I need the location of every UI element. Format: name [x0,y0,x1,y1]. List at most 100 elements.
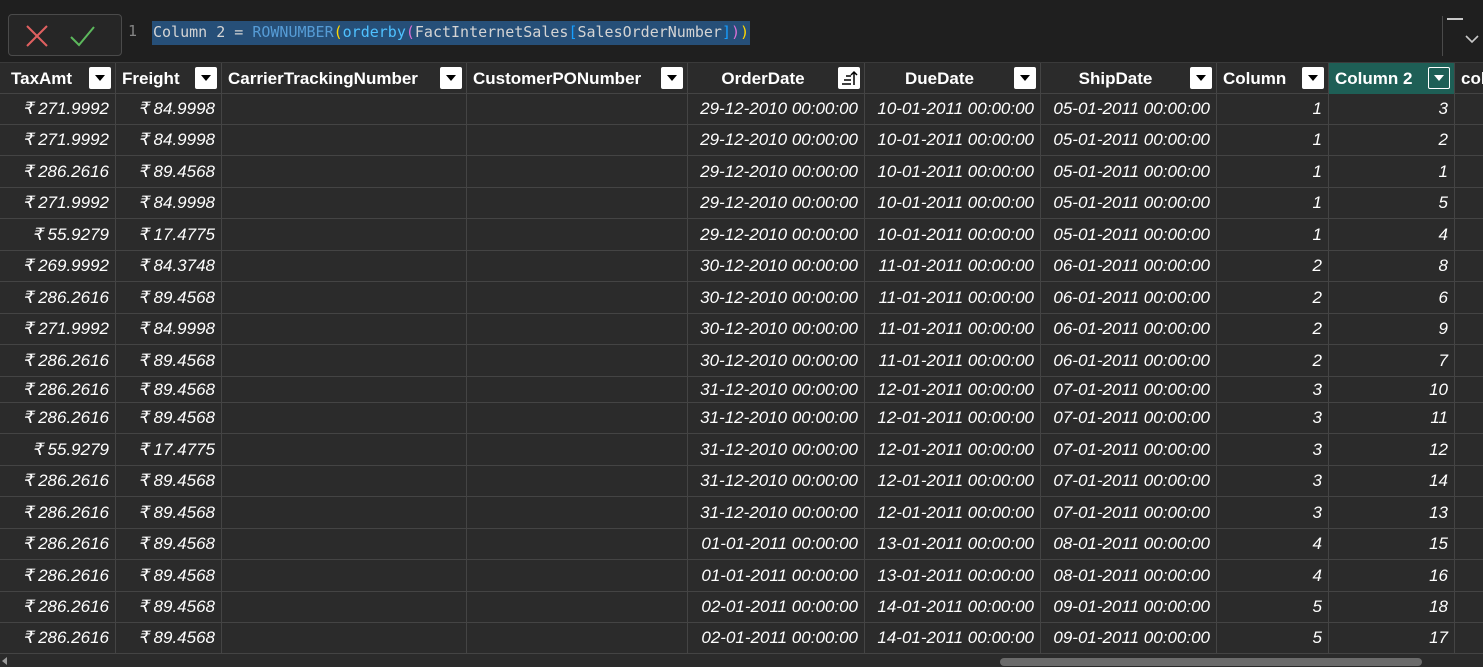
cell-col[interactable] [1455,251,1483,281]
cell-duedate[interactable]: 14-01-2011 00:00:00 [865,592,1041,622]
cell-duedate[interactable]: 11-01-2011 00:00:00 [865,314,1041,344]
cell-column-2[interactable]: 17 [1329,623,1455,653]
cell-freight[interactable]: ₹ 17.4775 [116,434,222,465]
cell-taxamt[interactable]: ₹ 271.9992 [5,314,116,344]
column-header-column-2[interactable]: Column 2 [1329,63,1455,94]
cell-column[interactable]: 3 [1217,466,1329,496]
cell-customerponumber[interactable] [467,560,688,591]
cell-shipdate[interactable]: 05-01-2011 00:00:00 [1041,125,1217,155]
cell-shipdate[interactable]: 06-01-2011 00:00:00 [1041,314,1217,344]
cell-col[interactable] [1455,403,1483,433]
cell-freight[interactable]: ₹ 84.3748 [116,251,222,281]
cell-customerponumber[interactable] [467,377,688,402]
cell-duedate[interactable]: 11-01-2011 00:00:00 [865,251,1041,281]
cell-col[interactable] [1455,345,1483,376]
cell-orderdate[interactable]: 31-12-2010 00:00:00 [688,497,865,528]
cell-shipdate[interactable]: 05-01-2011 00:00:00 [1041,188,1217,218]
cell-shipdate[interactable]: 08-01-2011 00:00:00 [1041,529,1217,559]
column-header-duedate[interactable]: DueDate [865,63,1041,94]
cell-column-2[interactable]: 9 [1329,314,1455,344]
cell-duedate[interactable]: 14-01-2011 00:00:00 [865,623,1041,653]
cell-col[interactable] [1455,466,1483,496]
cell-column-2[interactable]: 12 [1329,434,1455,465]
cancel-formula-button[interactable] [24,23,50,49]
table-row[interactable]: ₹ 286.2616 ₹ 89.4568 01-01-2011 00:00:00 13… [0,529,1483,560]
cell-taxamt[interactable]: ₹ 286.2616 [5,466,116,496]
cell-taxamt[interactable]: ₹ 286.2616 [5,623,116,653]
table-row[interactable]: ₹ 55.9279 ₹ 17.4775 29-12-2010 00:00:00 10-… [0,219,1483,251]
cell-freight[interactable]: ₹ 89.4568 [116,377,222,402]
cell-orderdate[interactable]: 31-12-2010 00:00:00 [688,377,865,402]
cell-col[interactable] [1455,125,1483,155]
cell-column[interactable]: 1 [1217,94,1329,124]
cell-carriertrackingnumber[interactable] [222,251,467,281]
cell-carriertrackingnumber[interactable] [222,125,467,155]
column-header-carriertrackingnumber[interactable]: CarrierTrackingNumber [222,63,467,94]
filter-dropdown-button[interactable] [1302,67,1324,89]
cell-orderdate[interactable]: 30-12-2010 00:00:00 [688,282,865,313]
cell-column[interactable]: 1 [1217,188,1329,218]
cell-column[interactable]: 4 [1217,560,1329,591]
cell-customerponumber[interactable] [467,251,688,281]
cell-column-2[interactable]: 3 [1329,94,1455,124]
cell-freight[interactable]: ₹ 89.4568 [116,156,222,187]
cell-orderdate[interactable]: 29-12-2010 00:00:00 [688,94,865,124]
cell-carriertrackingnumber[interactable] [222,403,467,433]
cell-orderdate[interactable]: 29-12-2010 00:00:00 [688,156,865,187]
column-header-col[interactable]: col [1455,63,1483,94]
cell-orderdate[interactable]: 29-12-2010 00:00:00 [688,188,865,218]
table-row[interactable]: ₹ 286.2616 ₹ 89.4568 31-12-2010 00:00:00 12… [0,403,1483,434]
filter-dropdown-button[interactable] [440,67,462,89]
cell-duedate[interactable]: 10-01-2011 00:00:00 [865,94,1041,124]
cell-carriertrackingnumber[interactable] [222,592,467,622]
table-row[interactable]: ₹ 55.9279 ₹ 17.4775 31-12-2010 00:00:00 12-… [0,434,1483,466]
cell-col[interactable] [1455,188,1483,218]
filter-dropdown-button[interactable] [89,67,111,89]
cell-col[interactable] [1455,314,1483,344]
table-row[interactable]: ₹ 286.2616 ₹ 89.4568 02-01-2011 00:00:00 14… [0,623,1483,654]
cell-customerponumber[interactable] [467,94,688,124]
filter-dropdown-button[interactable] [1428,67,1450,89]
cell-shipdate[interactable]: 05-01-2011 00:00:00 [1041,94,1217,124]
cell-freight[interactable]: ₹ 84.9998 [116,314,222,344]
table-row[interactable]: ₹ 269.9992 ₹ 84.3748 30-12-2010 00:00:00 11… [0,251,1483,282]
cell-shipdate[interactable]: 07-01-2011 00:00:00 [1041,377,1217,402]
filter-dropdown-button[interactable] [1190,67,1212,89]
cell-freight[interactable]: ₹ 89.4568 [116,623,222,653]
cell-taxamt[interactable]: ₹ 286.2616 [5,156,116,187]
cell-col[interactable] [1455,377,1483,402]
cell-freight[interactable]: ₹ 84.9998 [116,188,222,218]
cell-customerponumber[interactable] [467,592,688,622]
cell-col[interactable] [1455,156,1483,187]
cell-column-2[interactable]: 7 [1329,345,1455,376]
table-row[interactable]: ₹ 286.2616 ₹ 89.4568 29-12-2010 00:00:00 10… [0,156,1483,188]
scroll-left-arrow-icon[interactable] [2,657,7,665]
cell-col[interactable] [1455,434,1483,465]
cell-customerponumber[interactable] [467,188,688,218]
cell-column[interactable]: 1 [1217,219,1329,250]
cell-column-2[interactable]: 4 [1329,219,1455,250]
cell-customerponumber[interactable] [467,529,688,559]
cell-shipdate[interactable]: 07-01-2011 00:00:00 [1041,466,1217,496]
filter-dropdown-button[interactable] [661,67,683,89]
cell-carriertrackingnumber[interactable] [222,560,467,591]
cell-taxamt[interactable]: ₹ 286.2616 [5,497,116,528]
cell-carriertrackingnumber[interactable] [222,345,467,376]
cell-column-2[interactable]: 13 [1329,497,1455,528]
table-row[interactable]: ₹ 271.9992 ₹ 84.9998 29-12-2010 00:00:00 10… [0,94,1483,125]
commit-formula-button[interactable] [69,23,95,49]
cell-column[interactable]: 1 [1217,125,1329,155]
cell-column-2[interactable]: 15 [1329,529,1455,559]
table-row[interactable]: ₹ 286.2616 ₹ 89.4568 30-12-2010 00:00:00 11… [0,345,1483,377]
cell-duedate[interactable]: 11-01-2011 00:00:00 [865,345,1041,376]
cell-taxamt[interactable]: ₹ 286.2616 [5,403,116,433]
cell-freight[interactable]: ₹ 89.4568 [116,403,222,433]
sort-ascending-button[interactable] [838,67,860,89]
cell-carriertrackingnumber[interactable] [222,497,467,528]
scrollbar-thumb[interactable] [1000,658,1422,666]
cell-taxamt[interactable]: ₹ 286.2616 [5,592,116,622]
table-row[interactable]: ₹ 271.9992 ₹ 84.9998 29-12-2010 00:00:00 10… [0,188,1483,219]
cell-orderdate[interactable]: 30-12-2010 00:00:00 [688,251,865,281]
cell-column[interactable]: 3 [1217,497,1329,528]
column-header-column[interactable]: Column [1217,63,1329,94]
